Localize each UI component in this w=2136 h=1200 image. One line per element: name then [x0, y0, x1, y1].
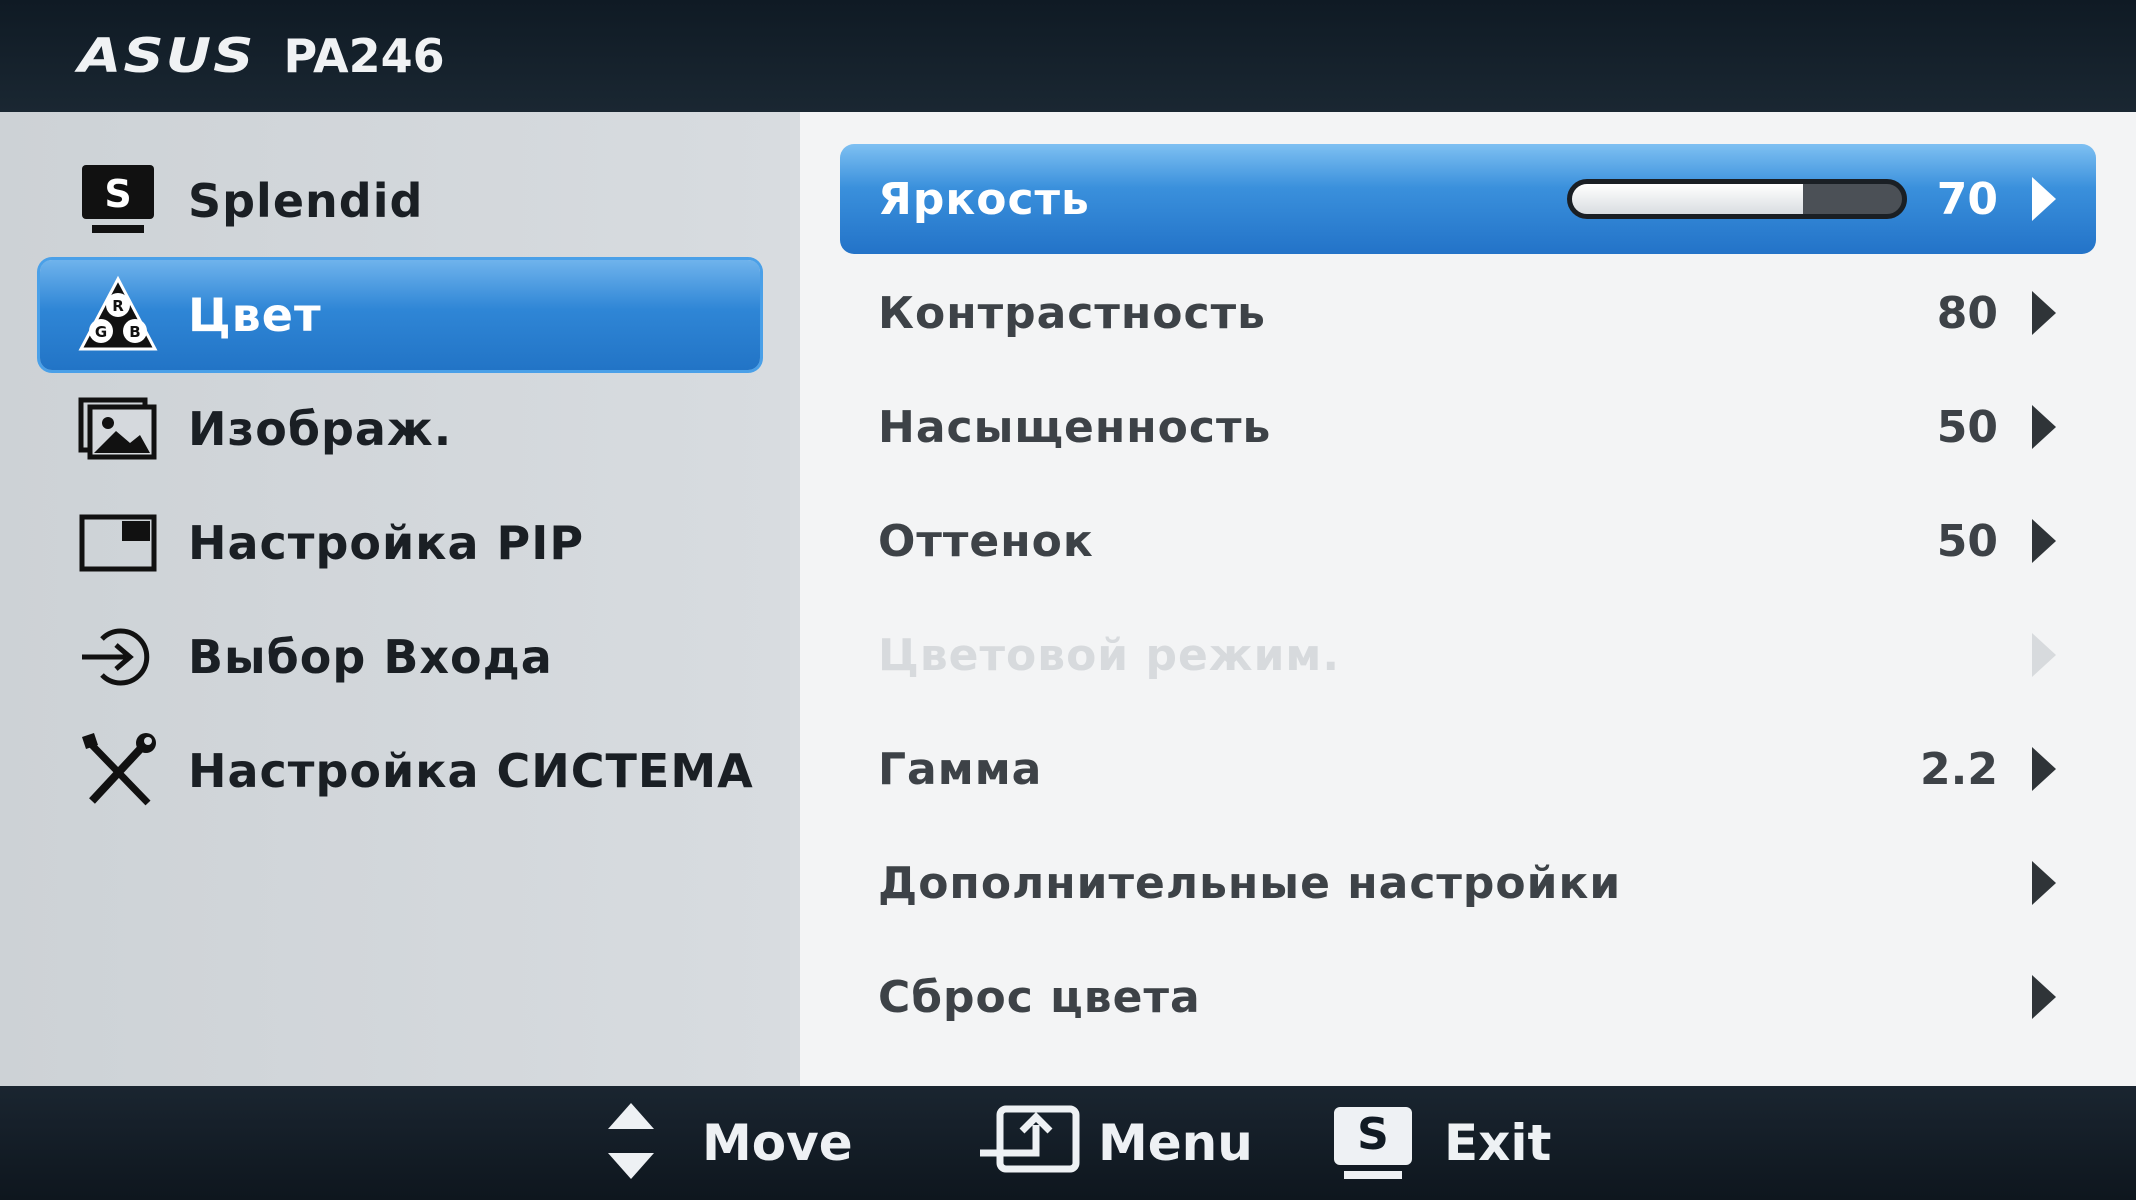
pip-window-icon — [76, 501, 160, 585]
setting-row-hue[interactable]: Оттенок 50 — [840, 486, 2096, 596]
chevron-right-icon — [2032, 177, 2056, 221]
osd-footer: Move Menu S Exit — [0, 1086, 2136, 1200]
splendid-exit-icon: S — [1330, 1103, 1416, 1183]
menu-label: Menu — [1098, 1114, 1253, 1172]
image-icon — [76, 387, 160, 471]
svg-text:R: R — [112, 297, 124, 315]
setting-row-advanced[interactable]: Дополнительные настройки — [840, 828, 2096, 938]
main-menu: S Splendid R G B Цвет Изображ. Настройка… — [0, 112, 800, 1086]
up-down-arrows-icon — [604, 1099, 658, 1187]
asus-logo: ASUS — [78, 28, 256, 84]
svg-text:B: B — [129, 323, 140, 341]
menu-item-system[interactable]: Настройка СИСТЕМА — [40, 716, 760, 826]
menu-item-image[interactable]: Изображ. — [40, 374, 760, 484]
setting-row-saturation[interactable]: Насыщенность 50 — [840, 372, 2096, 482]
setting-label: Цветовой режим. — [878, 629, 1341, 681]
settings-panel: Яркость 70 Контрастность 80 Насыщенность… — [800, 112, 2136, 1086]
menu-label: Выбор Входа — [188, 630, 553, 684]
setting-label: Яркость — [878, 173, 1090, 225]
chevron-right-icon — [2032, 291, 2056, 335]
setting-label: Гамма — [878, 743, 1043, 795]
rgb-color-icon: R G B — [76, 273, 160, 357]
chevron-right-icon — [2032, 633, 2056, 677]
setting-value: 80 — [1936, 287, 1998, 339]
menu-item-color[interactable]: R G B Цвет — [40, 260, 760, 370]
chevron-right-icon — [2032, 861, 2056, 905]
model-name: PA246 — [283, 29, 445, 83]
exit-hint[interactable]: S Exit — [1330, 1086, 1551, 1200]
menu-hint[interactable]: Menu — [976, 1086, 1253, 1200]
svg-text:G: G — [95, 323, 107, 341]
tools-icon — [76, 729, 160, 813]
menu-item-splendid[interactable]: S Splendid — [40, 146, 760, 256]
setting-row-color-mode: Цветовой режим. — [840, 600, 2096, 710]
chevron-right-icon — [2032, 519, 2056, 563]
setting-row-gamma[interactable]: Гамма 2.2 — [840, 714, 2096, 824]
exit-label: Exit — [1444, 1114, 1552, 1172]
chevron-right-icon — [2032, 975, 2056, 1019]
menu-enter-icon — [976, 1103, 1082, 1183]
menu-label: Настройка PIP — [188, 516, 585, 570]
move-hint[interactable]: Move — [604, 1086, 853, 1200]
chevron-right-icon — [2032, 747, 2056, 791]
setting-value: 50 — [1936, 401, 1998, 453]
menu-label: Изображ. — [188, 402, 453, 456]
menu-label: Цвет — [188, 288, 322, 342]
setting-value: 2.2 — [1920, 743, 1998, 795]
setting-value: 50 — [1936, 515, 1998, 567]
setting-label: Дополнительные настройки — [878, 857, 1622, 909]
setting-row-color-reset[interactable]: Сброс цвета — [840, 942, 2096, 1052]
brightness-slider[interactable] — [1566, 179, 1907, 219]
svg-text:S: S — [104, 172, 131, 216]
setting-label: Насыщенность — [878, 401, 1272, 453]
splendid-s-icon: S — [76, 159, 160, 243]
setting-label: Сброс цвета — [878, 971, 1201, 1023]
setting-row-brightness[interactable]: Яркость 70 — [840, 144, 2096, 254]
osd-header: ASUS PA246 — [0, 0, 2136, 112]
menu-label: Splendid — [188, 174, 424, 228]
setting-row-contrast[interactable]: Контрастность 80 — [840, 258, 2096, 368]
setting-label: Контрастность — [878, 287, 1266, 339]
chevron-right-icon — [2032, 405, 2056, 449]
move-label: Move — [702, 1114, 853, 1172]
input-select-icon — [76, 615, 160, 699]
exit-icon-letter: S — [1357, 1109, 1389, 1160]
menu-item-input[interactable]: Выбор Входа — [40, 602, 760, 712]
setting-value: 70 — [1936, 173, 1998, 225]
menu-label: Настройка СИСТЕМА — [188, 744, 754, 798]
slider-fill — [1571, 184, 1803, 214]
setting-label: Оттенок — [878, 515, 1094, 567]
menu-item-pip[interactable]: Настройка PIP — [40, 488, 760, 598]
